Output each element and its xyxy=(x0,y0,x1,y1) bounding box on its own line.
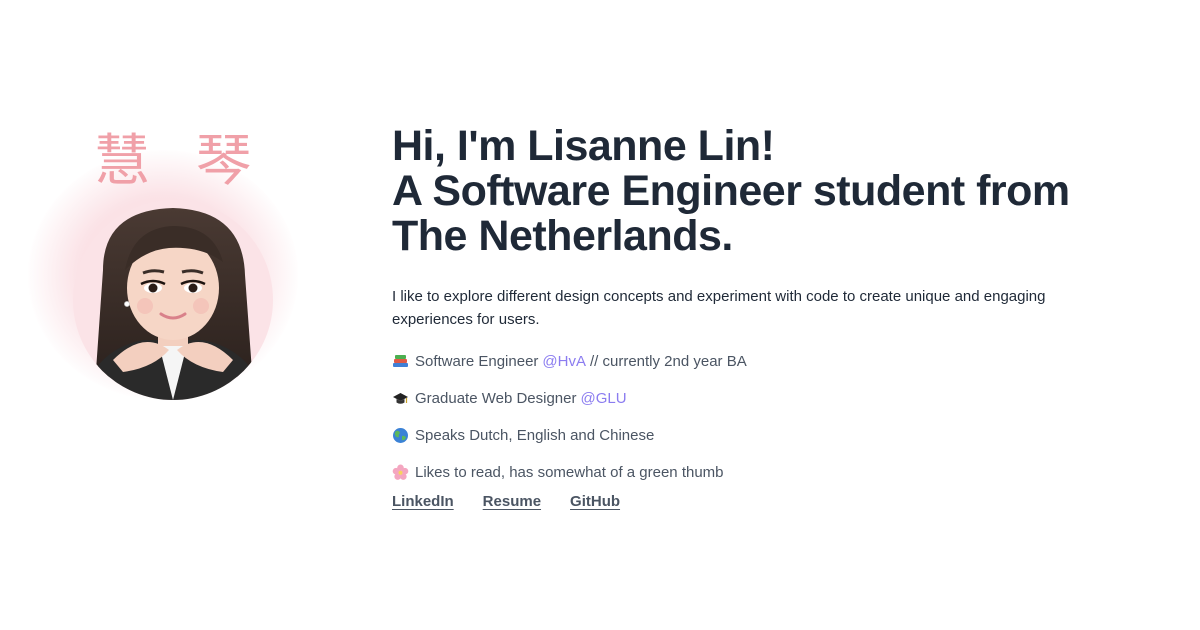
avatar-section: 慧 琴 xyxy=(28,130,298,400)
fact-text-extra: // currently 2nd year BA xyxy=(589,353,747,370)
fact-text: Likes to read, has somewhat of a green t… xyxy=(415,464,724,481)
social-links: LinkedIn Resume GitHub xyxy=(392,493,1152,510)
glu-link[interactable]: @GLU xyxy=(580,390,626,407)
books-icon xyxy=(393,355,408,367)
fact-item-web-designer: Graduate Web Designer @GLU xyxy=(392,380,1152,417)
page: 慧 琴 Hi, I'm Lisanne Lin! A Software Engi… xyxy=(0,0,1200,630)
title-line-greeting: Hi, I'm Lisanne Lin! xyxy=(392,122,775,170)
title-line-role: A Software Engineer student from xyxy=(392,167,1070,215)
linkedin-link[interactable]: LinkedIn xyxy=(392,493,454,510)
chinese-name: 慧 琴 xyxy=(94,129,266,194)
page-title: Hi, I'm Lisanne Lin! A Software Engineer… xyxy=(392,124,1152,259)
blossom-icon xyxy=(392,464,409,480)
globe-icon xyxy=(393,428,408,443)
hva-link[interactable]: @HvA xyxy=(542,353,586,370)
avatar xyxy=(73,200,273,400)
fact-item-software-engineer: Software Engineer @HvA // currently 2nd … xyxy=(392,343,1152,380)
intro-paragraph: I like to explore different design conce… xyxy=(392,288,1046,328)
fact-item-languages: Speaks Dutch, English and Chinese xyxy=(392,417,1152,454)
resume-link[interactable]: Resume xyxy=(483,493,541,510)
title-line-country: The Netherlands. xyxy=(392,212,733,260)
facts-list: Software Engineer @HvA // currently 2nd … xyxy=(392,343,1152,491)
fact-text: Software Engineer xyxy=(415,353,539,370)
fact-item-hobbies: Likes to read, has somewhat of a green t… xyxy=(392,454,1152,491)
graduation-cap-icon xyxy=(393,393,408,404)
github-link[interactable]: GitHub xyxy=(570,493,620,510)
fact-text: Speaks Dutch, English and Chinese xyxy=(415,427,655,444)
fact-text: Graduate Web Designer xyxy=(415,390,577,407)
intro-content: Hi, I'm Lisanne Lin! A Software Engineer… xyxy=(392,124,1152,511)
